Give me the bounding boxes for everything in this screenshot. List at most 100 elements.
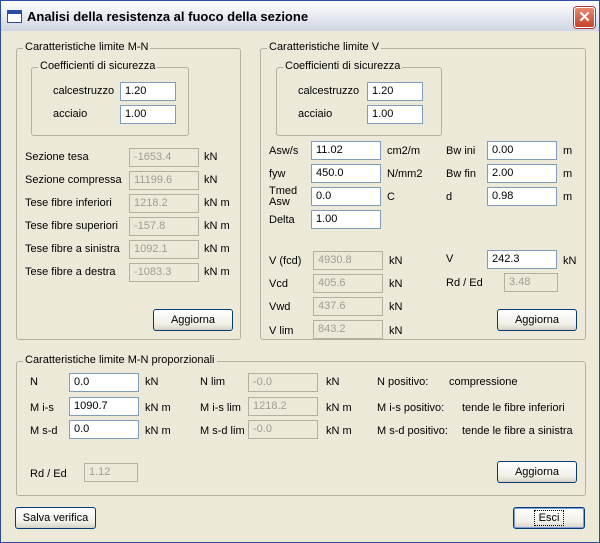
mispos-text: tende le fibre inferiori — [462, 402, 565, 414]
nlim-value: -0.0 — [248, 373, 318, 392]
tese-fibre-sinistra-value: 1092.1 — [129, 240, 199, 259]
tmed-unit: C — [387, 191, 395, 203]
aggiorna-v-button[interactable]: Aggiorna — [497, 309, 577, 331]
fyw-input[interactable]: 450.0 — [311, 164, 381, 183]
asw-input[interactable]: 11.02 — [311, 141, 381, 160]
sezione-tesa-value: -1653.4 — [129, 148, 199, 167]
tese-fibre-sinistra-unit: kN m — [204, 243, 230, 255]
delta-label: Delta — [269, 214, 295, 226]
acciaio-input[interactable]: 1.00 — [367, 105, 423, 124]
close-button[interactable]: ✕ — [574, 7, 595, 28]
title-bar[interactable]: Analisi della resistenza al fuoco della … — [1, 1, 599, 31]
salva-verifica-button[interactable]: Salva verifica — [15, 507, 96, 529]
sezione-compressa-value: 11199.6 — [129, 171, 199, 190]
mis-input[interactable]: 1090.7 — [69, 397, 139, 416]
dialog-window: Analisi della resistenza al fuoco della … — [0, 0, 600, 543]
rded-v-value: 3.48 — [504, 273, 558, 292]
d-input[interactable]: 0.98 — [487, 187, 557, 206]
msd-label: M s-d — [30, 425, 58, 437]
tese-fibre-destra-label: Tese fibre a destra — [25, 266, 116, 278]
group-mn-legend: Caratteristiche limite M-N — [23, 41, 151, 53]
vfcd-unit: kN — [389, 255, 403, 267]
vwd-unit: kN — [389, 301, 403, 313]
tese-fibre-inferiori-label: Tese fibre inferiori — [25, 197, 112, 209]
group-mn: Caratteristiche limite M-N Coefficienti … — [16, 41, 241, 340]
n-unit: kN — [145, 376, 159, 388]
npos-label: N positivo: — [377, 376, 429, 388]
acciaio-label: acciaio — [298, 108, 333, 120]
group-v-coefficients: Coefficienti di sicurezza calcestruzzo 1… — [276, 60, 442, 136]
msd-input[interactable]: 0.0 — [69, 420, 139, 439]
v-unit: kN — [563, 255, 577, 267]
group-mnp-legend: Caratteristiche limite M-N proporzionali — [23, 354, 217, 366]
group-v-legend: Caratteristiche limite V — [267, 41, 382, 53]
vfcd-label: V (fcd) — [269, 255, 302, 267]
acciaio-input[interactable]: 1.00 — [120, 105, 176, 124]
v-input[interactable]: 242.3 — [487, 250, 557, 269]
acciaio-label: acciaio — [53, 108, 88, 120]
sezione-compressa-unit: kN — [204, 174, 218, 186]
nlim-label: N lim — [200, 376, 226, 388]
vwd-value: 437.6 — [313, 297, 383, 316]
delta-input[interactable]: 1.00 — [311, 210, 381, 229]
close-icon: ✕ — [578, 9, 591, 26]
msdlim-unit: kN m — [326, 425, 352, 437]
tmed-label-asw: Asw — [269, 196, 290, 208]
bwfin-label: Bw fin — [446, 168, 476, 180]
calcestruzzo-input[interactable]: 1.20 — [367, 82, 423, 101]
tese-fibre-superiori-unit: kN m — [204, 220, 230, 232]
mislim-label: M i-s lim — [200, 402, 241, 414]
vlim-unit: kN — [389, 325, 403, 337]
esci-button[interactable]: Esci — [513, 507, 585, 529]
coefficients-legend: Coefficienti di sicurezza — [38, 60, 158, 72]
tese-fibre-superiori-value: -157.8 — [129, 217, 199, 236]
coefficients-legend: Coefficienti di sicurezza — [283, 60, 403, 72]
tmed-input[interactable]: 0.0 — [311, 187, 381, 206]
calcestruzzo-input[interactable]: 1.20 — [120, 82, 176, 101]
asw-label: Asw/s — [269, 145, 299, 157]
d-unit: m — [563, 191, 573, 203]
bwini-unit: m — [563, 145, 573, 157]
bwfin-input[interactable]: 2.00 — [487, 164, 557, 183]
msdpos-text: tende le fibre a sinistra — [462, 425, 573, 437]
aggiorna-mnp-button[interactable]: Aggiorna — [497, 461, 577, 483]
n-label: N — [30, 376, 38, 388]
vfcd-value: 4930.8 — [313, 251, 383, 270]
v-label: V — [446, 253, 454, 265]
bwini-input[interactable]: 0.00 — [487, 141, 557, 160]
mispos-label: M i-s positivo: — [377, 402, 445, 414]
sezione-tesa-unit: kN — [204, 151, 218, 163]
calcestruzzo-label: calcestruzzo — [53, 85, 115, 97]
fyw-label: fyw — [269, 168, 286, 180]
group-v: Caratteristiche limite V Coefficienti di… — [260, 41, 586, 340]
window-title: Analisi della resistenza al fuoco della … — [27, 9, 309, 24]
mislim-value: 1218.2 — [248, 397, 318, 416]
msd-unit: kN m — [145, 425, 171, 437]
tese-fibre-sinistra-label: Tese fibre a sinistra — [25, 243, 120, 255]
tese-fibre-inferiori-value: 1218.2 — [129, 194, 199, 213]
fyw-unit: N/mm2 — [387, 168, 423, 180]
msdpos-label: M s-d positivo: — [377, 425, 448, 437]
bwfin-unit: m — [563, 168, 573, 180]
aggiorna-mn-button[interactable]: Aggiorna — [153, 309, 233, 331]
mislim-unit: kN m — [326, 402, 352, 414]
d-label: d — [446, 191, 453, 203]
vlim-value: 843.2 — [313, 320, 383, 339]
tese-fibre-destra-unit: kN m — [204, 266, 230, 278]
mis-unit: kN m — [145, 402, 171, 414]
vcd-label: Vcd — [269, 278, 288, 290]
vlim-label: V lim — [269, 325, 294, 337]
nlim-unit: kN — [326, 376, 340, 388]
sezione-tesa-label: Sezione tesa — [25, 151, 89, 163]
sezione-compressa-label: Sezione compressa — [25, 174, 122, 186]
bwini-label: Bw ini — [446, 145, 476, 157]
msdlim-label: M s-d lim — [200, 425, 245, 437]
msdlim-value: -0.0 — [248, 420, 318, 439]
tese-fibre-superiori-label: Tese fibre superiori — [25, 220, 118, 232]
window-icon — [7, 10, 22, 23]
group-mn-coefficients: Coefficienti di sicurezza calcestruzzo 1… — [31, 60, 189, 136]
vcd-unit: kN — [389, 278, 403, 290]
asw-unit: cm2/m — [387, 145, 420, 157]
rded-mnp-label: Rd / Ed — [30, 468, 67, 480]
n-input[interactable]: 0.0 — [69, 373, 139, 392]
